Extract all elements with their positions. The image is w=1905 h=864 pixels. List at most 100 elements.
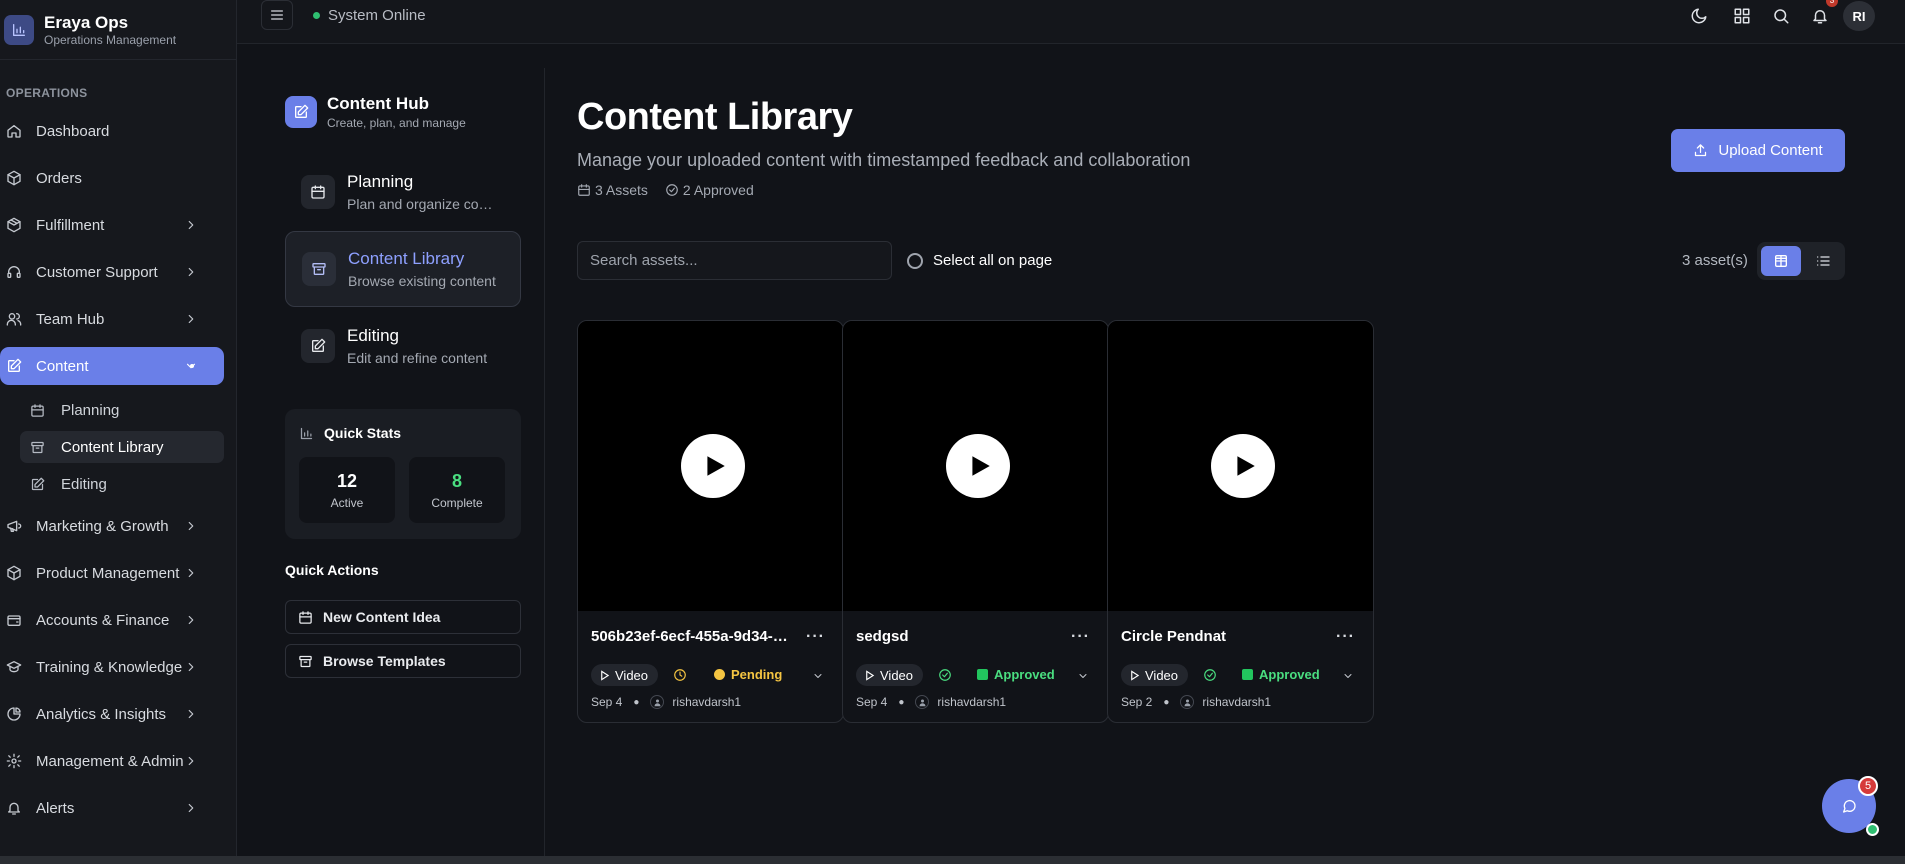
sidebar-subitem-content-library[interactable]: Content Library xyxy=(20,431,224,463)
sidebar-item-label: Alerts xyxy=(36,799,75,817)
avatar[interactable]: RI xyxy=(1843,1,1875,31)
home-icon xyxy=(7,125,21,138)
stat-active-label: Active xyxy=(330,496,364,510)
grid-view-button[interactable] xyxy=(1761,246,1801,276)
sidebar-item-fulfillment[interactable]: Fulfillment xyxy=(0,206,224,244)
quick-stats-label: Quick Stats xyxy=(324,425,402,441)
status-label: Approved xyxy=(1259,667,1320,682)
hub-item-content-library[interactable]: Content Library Browse existing content xyxy=(285,231,521,307)
play-outline-icon xyxy=(1131,669,1140,681)
page-subtitle: Manage your uploaded content with timest… xyxy=(577,150,1191,170)
pie-chart-icon xyxy=(7,707,21,721)
chevron-down-icon[interactable] xyxy=(812,670,824,682)
sidebar-item-customer-support[interactable]: Customer Support xyxy=(0,253,224,291)
sidebar-item-management-admin[interactable]: Management & Admin xyxy=(0,742,224,780)
sidebar-item-alerts[interactable]: Alerts xyxy=(0,789,224,827)
check-circle-icon xyxy=(1204,669,1216,681)
more-options-button[interactable]: ··· xyxy=(806,628,825,646)
chat-icon xyxy=(1843,799,1856,813)
browse-templates-button[interactable]: Browse Templates xyxy=(285,644,521,678)
sidebar-item-label: Marketing & Growth xyxy=(36,517,169,535)
sidebar-subitem-planning[interactable]: Planning xyxy=(20,394,224,426)
status-dot xyxy=(313,12,320,19)
type-chip: Video xyxy=(591,664,659,686)
asset-user: rishavdarsh1 xyxy=(1202,695,1272,709)
sidebar-item-analytics[interactable]: Analytics & Insights xyxy=(0,695,224,733)
play-button[interactable] xyxy=(1211,434,1275,498)
content-library-main: Content Library Manage your uploaded con… xyxy=(577,68,1877,864)
select-all-checkbox[interactable]: Select all on page xyxy=(907,252,1052,269)
chevron-down-icon[interactable] xyxy=(1077,670,1089,682)
users-icon xyxy=(6,313,22,326)
edit-icon xyxy=(31,477,45,490)
moon-icon[interactable] xyxy=(1690,7,1708,25)
pending-dot-icon xyxy=(714,669,725,680)
hub-item-desc: Edit and refine content xyxy=(347,350,488,366)
calendar-icon xyxy=(578,184,590,196)
stat-complete-label: Complete xyxy=(431,496,483,510)
play-button[interactable] xyxy=(681,434,745,498)
status-label: Approved xyxy=(994,667,1055,682)
calendar-icon xyxy=(299,610,312,624)
grid-icon[interactable] xyxy=(1733,7,1751,25)
upload-content-button[interactable]: Upload Content xyxy=(1671,129,1845,172)
search-icon[interactable] xyxy=(1772,7,1790,25)
sidebar-item-label: Customer Support xyxy=(36,263,158,281)
edit-icon xyxy=(301,329,335,363)
view-toggle xyxy=(1757,242,1845,280)
sidebar-subitem-label: Editing xyxy=(61,475,107,493)
more-options-button[interactable]: ··· xyxy=(1071,628,1090,646)
page-title: Content Library xyxy=(577,96,853,138)
new-content-idea-button[interactable]: New Content Idea xyxy=(285,600,521,634)
asset-footer: Sep 4 ● rishavdarsh1 xyxy=(591,695,742,709)
sidebar-item-training[interactable]: Training & Knowledge xyxy=(0,648,224,686)
chevron-right-icon xyxy=(188,615,194,625)
brand[interactable]: Eraya Ops Operations Management xyxy=(0,0,236,60)
sidebar-item-accounts-finance[interactable]: Accounts & Finance xyxy=(0,601,224,639)
stat-active-value: 12 xyxy=(336,471,358,491)
hub-header: Content Hub Create, plan, and manage xyxy=(285,94,544,130)
status-badge[interactable]: Approved xyxy=(977,667,1055,682)
sidebar-subitem-editing[interactable]: Editing xyxy=(20,468,224,500)
chevron-down-icon[interactable] xyxy=(1342,670,1354,682)
play-button[interactable] xyxy=(946,434,1010,498)
list-view-button[interactable] xyxy=(1803,246,1843,276)
sidebar-item-product-management[interactable]: Product Management xyxy=(0,554,224,592)
archive-icon xyxy=(31,441,44,453)
type-label: Video xyxy=(615,667,649,683)
check-circle-icon xyxy=(666,184,678,196)
browse-templates-label: Browse Templates xyxy=(323,653,446,669)
user-icon xyxy=(650,695,665,709)
asset-card[interactable]: 506b23ef-6ecf-455a-9d34-8c1f ··· Video P… xyxy=(577,320,844,723)
more-options-button[interactable]: ··· xyxy=(1336,628,1355,646)
sidebar-item-marketing[interactable]: Marketing & Growth xyxy=(0,507,224,545)
sidebar-item-orders[interactable]: Orders xyxy=(0,159,224,197)
video-thumbnail[interactable] xyxy=(578,321,843,611)
chevron-right-icon xyxy=(188,662,194,672)
sidebar-item-team-hub[interactable]: Team Hub xyxy=(0,300,224,338)
hamburger-icon xyxy=(271,10,283,20)
menu-toggle-button[interactable] xyxy=(261,0,293,30)
stat-complete: 8 Complete xyxy=(409,457,505,523)
approved-check-icon xyxy=(977,669,988,680)
asset-card[interactable]: sedgsd ··· Video Approved Sep 4 ● rishav… xyxy=(842,320,1109,723)
chevron-right-icon xyxy=(188,267,194,277)
sidebar-item-dashboard[interactable]: Dashboard xyxy=(0,112,224,150)
sidebar-item-label: Fulfillment xyxy=(36,216,105,234)
checkbox-circle[interactable] xyxy=(907,252,923,269)
video-thumbnail[interactable] xyxy=(1108,321,1373,611)
video-thumbnail[interactable] xyxy=(843,321,1108,611)
asset-card[interactable]: Circle Pendnat ··· Video Approved Sep 2 … xyxy=(1107,320,1374,723)
gear-icon xyxy=(6,753,22,769)
bell-icon[interactable] xyxy=(1811,7,1829,25)
hub-item-editing[interactable]: Editing Edit and refine content xyxy=(285,308,521,384)
system-status: System Online xyxy=(313,7,426,24)
search-input[interactable] xyxy=(577,241,892,280)
asset-footer: Sep 2 ● rishavdarsh1 xyxy=(1121,695,1272,709)
sidebar-item-content[interactable]: Content xyxy=(0,347,224,385)
hub-item-planning[interactable]: Planning Plan and organize content xyxy=(285,154,521,230)
status-badge[interactable]: Approved xyxy=(1242,667,1320,682)
bar-chart-icon xyxy=(4,14,34,45)
status-badge[interactable]: Pending xyxy=(714,667,782,682)
sidebar-item-label: Accounts & Finance xyxy=(36,611,170,629)
